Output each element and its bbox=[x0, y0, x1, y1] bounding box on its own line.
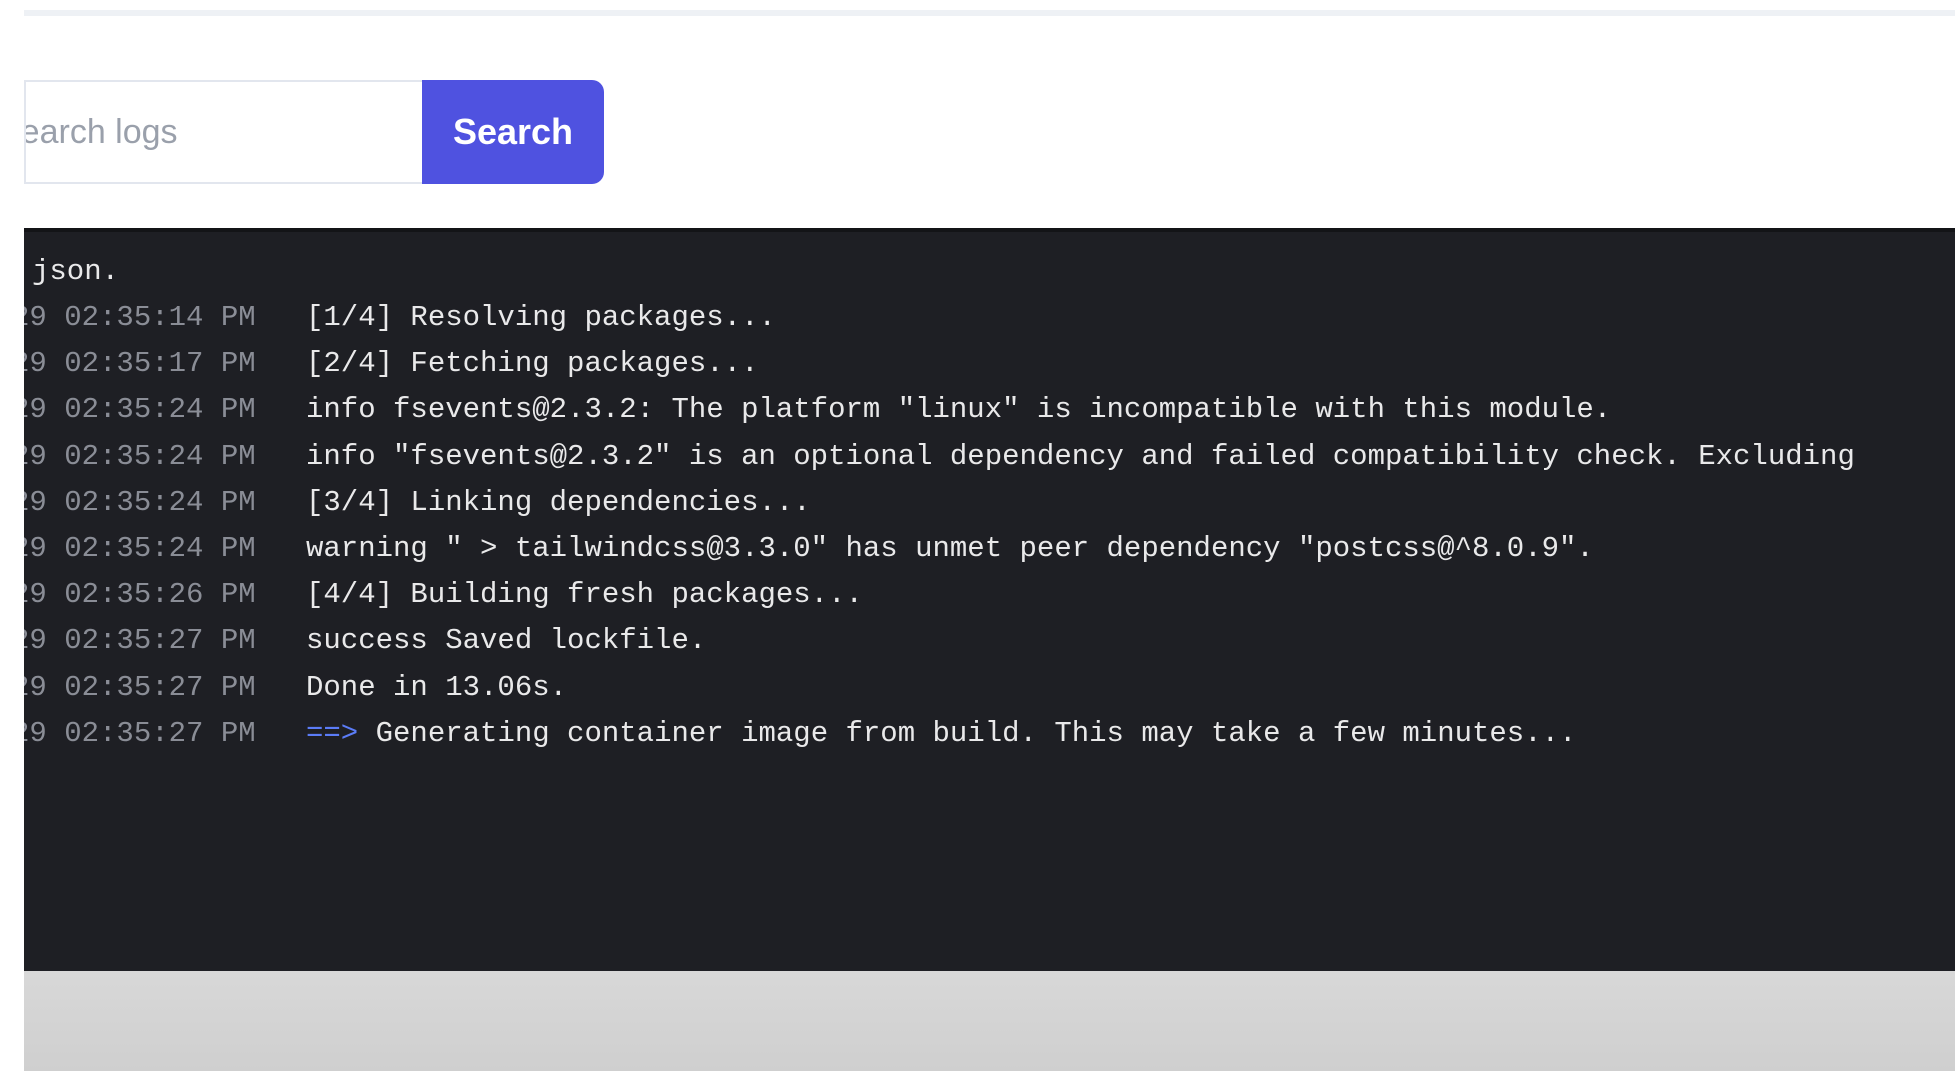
log-message: [1/4] Resolving packages... bbox=[306, 298, 776, 338]
log-line: 29 02:35:27 PM ==> Generating container i… bbox=[24, 714, 1955, 754]
search-input[interactable] bbox=[24, 80, 422, 184]
log-message-text: success Saved lockfile. bbox=[306, 624, 707, 658]
log-timestamp: 29 02:35:24 PM bbox=[24, 393, 256, 427]
log-message: success Saved lockfile. bbox=[306, 621, 706, 661]
log-message-text: info "fsevents@2.3.2" is an optional dep… bbox=[306, 439, 1855, 473]
log-message-text: Generating container image from build. T… bbox=[375, 716, 1577, 750]
top-divider bbox=[0, 10, 1955, 16]
log-message: [4/4] Building fresh packages... bbox=[306, 575, 863, 615]
arrow-icon: ==> bbox=[306, 716, 359, 750]
log-message: info fsevents@2.3.2: The platform "linux… bbox=[306, 390, 1611, 430]
log-timestamp: 29 02:35:27 PM bbox=[24, 716, 256, 750]
log-timestamp: 29 02:35:17 PM bbox=[24, 347, 256, 381]
log-message: Done in 13.06s. bbox=[306, 668, 567, 708]
log-message: ==> Generating container image from buil… bbox=[306, 714, 1576, 754]
bottom-panel bbox=[24, 971, 1955, 1071]
log-message-text: [1/4] Resolving packages... bbox=[306, 301, 776, 334]
log-viewer[interactable]: json. 29 02:35:14 PM [1/4] Resolving pack… bbox=[24, 228, 1955, 971]
log-message: [3/4] Linking dependencies... bbox=[306, 483, 811, 523]
log-message: warning " > tailwindcss@3.3.0" has unmet… bbox=[306, 529, 1594, 569]
log-line: 29 02:35:17 PM [2/4] Fetching packages... bbox=[24, 344, 1955, 384]
log-line: 29 02:35:14 PM [1/4] Resolving packages..… bbox=[24, 298, 1955, 338]
log-message: info "fsevents@2.3.2" is an optional dep… bbox=[306, 437, 1855, 477]
search-button[interactable]: Search bbox=[422, 80, 604, 184]
log-message-text: info fsevents@2.3.2: The platform "linux… bbox=[306, 393, 1612, 427]
log-timestamp: 29 02:35:24 PM bbox=[24, 532, 256, 565]
log-message: [2/4] Fetching packages... bbox=[306, 344, 758, 384]
log-line: 29 02:35:27 PM Done in 13.06s. bbox=[24, 668, 1955, 708]
log-timestamp: 29 02:35:14 PM bbox=[24, 301, 256, 334]
log-timestamp: 29 02:35:27 PM bbox=[24, 624, 256, 658]
log-timestamp: 29 02:35:24 PM bbox=[24, 439, 256, 473]
log-message-text: [3/4] Linking dependencies... bbox=[306, 485, 811, 519]
log-line: 29 02:35:24 PM [3/4] Linking dependencies… bbox=[24, 483, 1955, 523]
left-edge bbox=[0, 0, 24, 1071]
log-timestamp: 29 02:35:27 PM bbox=[24, 670, 256, 704]
log-line: 29 02:35:24 PM info "fsevents@2.3.2" is a… bbox=[24, 437, 1955, 477]
log-timestamp: 29 02:35:24 PM bbox=[24, 485, 256, 519]
log-line: 29 02:35:27 PM success Saved lockfile. bbox=[24, 621, 1955, 661]
log-timestamp: 29 02:35:26 PM bbox=[24, 578, 256, 612]
page: Search json. 29 02:35:14 PM [1/4] Resolvi… bbox=[0, 0, 1955, 1071]
log-line-partial: json. bbox=[32, 255, 120, 288]
log-message-text: [4/4] Building fresh packages... bbox=[306, 578, 863, 612]
log-line: 29 02:35:24 PM info fsevents@2.3.2: The p… bbox=[24, 390, 1955, 430]
log-message-text: Done in 13.06s. bbox=[306, 670, 568, 704]
log-line: 29 02:35:24 PM warning " > tailwindcss@3.… bbox=[24, 529, 1955, 569]
log-message-text: [2/4] Fetching packages... bbox=[306, 347, 759, 381]
log-line: 29 02:35:26 PM [4/4] Building fresh packa… bbox=[24, 575, 1955, 615]
search-bar: Search bbox=[24, 80, 604, 184]
log-message-text: warning " > tailwindcss@3.3.0" has unmet… bbox=[306, 532, 1594, 565]
